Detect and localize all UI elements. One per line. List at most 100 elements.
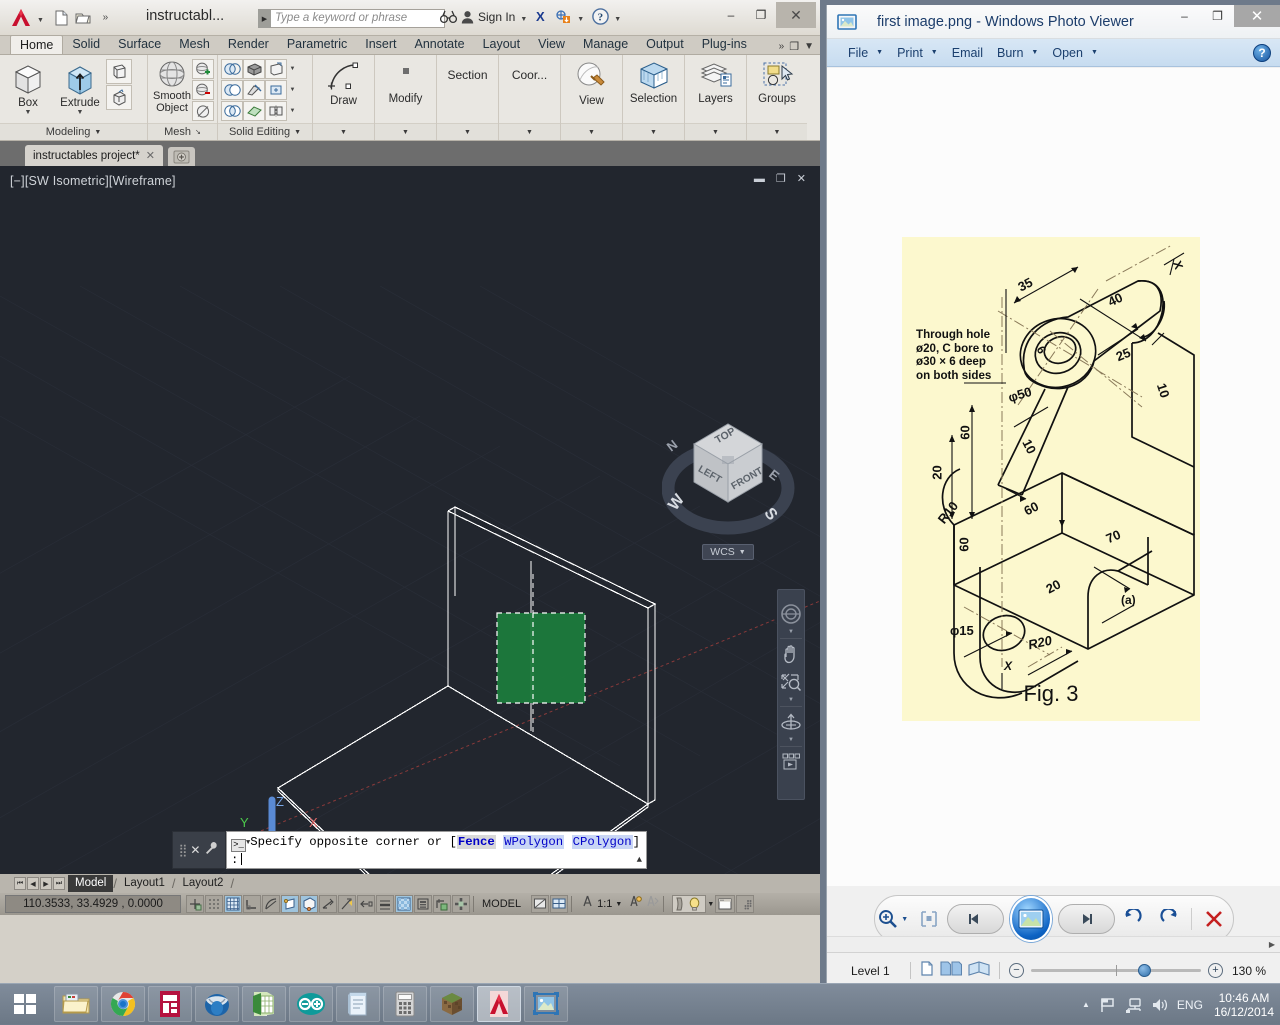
view-cube[interactable]: N E W S TOP LEFT FRONT [662,416,802,561]
model-viewport-icon[interactable] [531,895,549,913]
scroll-right-icon[interactable]: ▶ [1265,938,1279,951]
solid-edit-caret-1-icon[interactable]: ▼ [288,59,297,79]
binoculars-icon[interactable] [440,10,457,24]
solid-edit-caret-2-icon[interactable]: ▼ [288,80,297,100]
tab-layout[interactable]: Layout [474,35,530,54]
panel-layers-caret-icon[interactable]: ▼ [712,129,719,136]
slider-handle[interactable] [1138,964,1151,977]
taskbar-autocad[interactable] [477,986,521,1022]
quick-properties-toggle[interactable] [452,895,470,913]
panel-mesh-expand-icon[interactable]: ↘ [195,128,201,136]
pv-minimize-button[interactable]: – [1168,5,1201,27]
chevron-down-icon[interactable]: ▼ [876,49,883,56]
zoom-caret-icon[interactable]: ▼ [788,697,794,704]
coordinates-display[interactable]: 110.3533, 33.4929 , 0.0000 [5,895,181,913]
taskbar-publisher[interactable] [148,986,192,1022]
ribbon-minimize-icon[interactable]: ❐ [789,40,799,53]
tab-plugins[interactable]: Plug-ins [693,35,756,54]
command-line[interactable]: ⣿ ✕ >_▼Specify opposite corner or [Fence… [172,831,647,869]
command-close-icon[interactable]: ✕ [190,843,200,857]
command-prompt-icon[interactable]: >_ [231,839,246,852]
slideshow-button[interactable] [1010,896,1052,942]
steering-wheel-caret-icon[interactable]: ▼ [788,629,794,636]
chevron-down-icon[interactable]: ▼ [1031,49,1038,56]
panel-selection-caret-icon[interactable]: ▼ [650,129,657,136]
command-line-grip[interactable]: ⣿ ✕ [172,831,226,869]
menu-print[interactable]: Print ▼ [890,46,945,60]
extrude-button[interactable]: Extrude ▼ [54,58,106,116]
delete-face-icon[interactable] [243,101,265,121]
open-file-icon[interactable] [74,8,93,27]
taskbar-photo-viewer[interactable] [524,986,568,1022]
hardware-acceleration-icon[interactable] [715,895,735,913]
file-tab-instructables-project[interactable]: instructables project* ✕ [25,145,163,166]
command-input-area[interactable]: >_▼Specify opposite corner or [Fence WPo… [226,831,647,869]
zoom-slider-track[interactable] [1031,969,1201,972]
snap-mode-toggle[interactable] [205,895,223,913]
command-keyword-cpolygon[interactable]: CPolygon [572,835,633,849]
windows-start-icon[interactable] [2,985,48,1023]
next-button[interactable] [1058,904,1115,934]
zoom-button[interactable]: ▼ [875,902,911,936]
model-space-label[interactable]: MODEL [477,898,526,910]
taskbar-minecraft[interactable] [430,986,474,1022]
zoom-caret-icon[interactable]: ▼ [901,916,908,923]
3d-object-snap-toggle[interactable] [300,895,318,913]
polar-tracking-toggle[interactable] [262,895,280,913]
qat-more-icon[interactable]: » [96,8,115,27]
solid-intersect-icon[interactable] [221,101,243,121]
zoom-extents-icon[interactable] [778,669,804,695]
two-page-icon[interactable] [940,961,962,981]
chevron-down-icon[interactable]: ▼ [739,549,746,556]
layout-first-icon[interactable]: ⏮ [14,877,26,890]
solid-subtract-icon[interactable] [221,80,243,100]
panel-solid-editing-caret-icon[interactable]: ▼ [294,129,301,136]
layout-next-icon[interactable]: ▶ [40,877,52,890]
panel-modify-label[interactable]: ▼ [375,123,436,140]
horizontal-scrollbar[interactable]: ▶ [827,936,1280,952]
panel-coordinates-label[interactable]: ▼ [499,123,560,140]
lineweight-toggle[interactable] [376,895,394,913]
notification-caret-icon[interactable]: ▼ [577,16,584,23]
tab-render[interactable]: Render [219,35,278,54]
notification-icon[interactable] [555,9,572,24]
autodesk-exchange-icon[interactable]: X [535,9,551,24]
solid-edit-separate-icon[interactable] [265,101,287,121]
steering-wheel-icon[interactable] [778,601,804,627]
coordinates-label[interactable]: Coor... [512,58,547,82]
panel-groups-label[interactable]: ▼ [747,123,807,140]
view-button[interactable]: View [566,58,618,107]
infer-constraints-toggle[interactable] [186,895,204,913]
chevron-down-icon[interactable]: ▼ [1091,49,1098,56]
annotation-visibility-icon[interactable] [627,894,643,914]
new-file-icon[interactable] [52,8,71,27]
viewport-config-icon[interactable] [550,895,568,913]
new-drawing-tab-icon[interactable] [168,147,195,166]
showmotion-icon[interactable] [778,749,804,775]
command-keyword-wpolygon[interactable]: WPolygon [503,835,564,849]
taskbar-arduino[interactable] [289,986,333,1022]
search-expand-icon[interactable]: ▶ [258,9,271,28]
ribbon-minimize-caret-icon[interactable]: ▼ [804,41,814,52]
app-menu-caret-icon[interactable]: ▼ [37,17,44,24]
orbit-caret-icon[interactable]: ▼ [788,737,794,744]
chevron-down-icon[interactable]: ▼ [931,49,938,56]
wrench-icon[interactable] [204,841,219,859]
smooth-object-button[interactable]: Smooth Object [152,58,192,114]
panel-solid-editing-label[interactable]: Solid Editing ▼ [218,123,312,140]
panel-selection-label[interactable]: ▼ [623,123,684,140]
viewport-label[interactable]: [−][SW Isometric][Wireframe] [10,174,176,188]
panel-draw-caret-icon[interactable]: ▼ [340,129,347,136]
autocad-logo-icon[interactable] [6,5,36,31]
presspull-icon[interactable] [106,59,132,84]
solid-edit-extrude-icon[interactable] [265,59,287,79]
layout-prev-icon[interactable]: ◀ [27,877,39,890]
extrude-face-icon[interactable] [243,59,265,79]
zoom-out-button[interactable]: − [1009,963,1024,978]
panel-modeling-caret-icon[interactable]: ▼ [94,129,101,136]
annotation-scale-change-icon[interactable] [644,894,660,914]
rotate-ccw-button[interactable] [1115,902,1151,936]
user-icon[interactable] [461,10,474,24]
workspace-caret-icon[interactable]: ▼ [707,901,714,908]
navigation-bar[interactable]: ▼ ▼ ▼ [777,589,805,800]
